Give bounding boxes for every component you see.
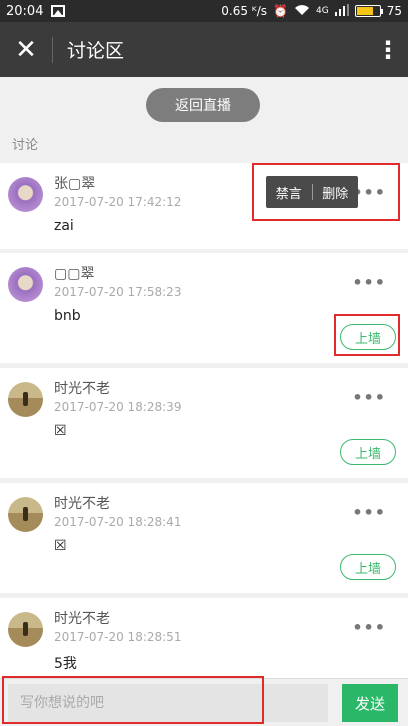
composer-bar: 发送	[0, 678, 408, 726]
avatar[interactable]	[8, 267, 43, 302]
section-label: 讨论	[12, 138, 39, 153]
comment-author: 时光不老	[54, 496, 110, 512]
comment-time: 2017-07-20 18:28:51	[54, 630, 182, 644]
comment-time: 2017-07-20 18:28:41	[54, 515, 182, 529]
moderation-menu: 禁言 删除	[266, 176, 358, 208]
net-speed: 0.65 ᴷ/s	[221, 4, 268, 18]
wifi-icon	[294, 4, 310, 19]
avatar[interactable]	[8, 177, 43, 212]
comment-text: ☒	[54, 423, 67, 439]
alarm-icon: ⏰	[273, 4, 289, 18]
delete-button[interactable]: 删除	[313, 183, 359, 202]
comment-item: ▢▢翠 2017-07-20 17:58:23 bnb ••• 上墙	[0, 253, 408, 363]
comment-time: 2017-07-20 18:28:39	[54, 400, 182, 414]
network-type: 4G	[316, 6, 329, 16]
message-input[interactable]	[8, 684, 328, 722]
comment-more-button[interactable]: •••	[352, 618, 386, 637]
avatar[interactable]	[8, 382, 43, 417]
comment-author: 时光不老	[54, 381, 110, 397]
comment-item: 时光不老 2017-07-20 18:28:41 ☒ ••• 上墙	[0, 483, 408, 593]
comment-time: 2017-07-20 17:58:23	[54, 285, 182, 299]
comment-item: 时光不老 2017-07-20 18:28:39 ☒ ••• 上墙	[0, 368, 408, 478]
page-title: 讨论区	[67, 40, 125, 62]
comment-text: ☒	[54, 538, 67, 554]
close-button[interactable]: ✕	[0, 22, 52, 77]
comment-more-button[interactable]: •••	[352, 273, 386, 292]
status-bar: 20:04 0.65 ᴷ/s ⏰ 4G 75	[0, 0, 408, 22]
signal-icon	[334, 3, 349, 19]
avatar[interactable]	[8, 497, 43, 532]
back-to-live-button[interactable]: 返回直播	[146, 88, 260, 122]
comment-time: 2017-07-20 17:42:12	[54, 195, 182, 209]
avatar[interactable]	[8, 612, 43, 647]
title-bar: ✕ 讨论区 ⋮	[0, 22, 408, 77]
comment-more-button[interactable]: •••	[352, 388, 386, 407]
more-options-button[interactable]: ⋮	[368, 22, 408, 77]
comment-author: 时光不老	[54, 611, 110, 627]
more-vert-icon: ⋮	[376, 35, 400, 64]
ban-button[interactable]: 禁言	[266, 183, 312, 202]
put-on-wall-button[interactable]: 上墙	[340, 439, 396, 465]
comment-text: bnb	[54, 308, 81, 324]
comment-author: 张▢翠	[54, 176, 96, 192]
battery-level: 75	[386, 4, 402, 18]
comment-text: 5我	[54, 656, 77, 672]
put-on-wall-button[interactable]: 上墙	[340, 554, 396, 580]
status-time: 20:04	[6, 3, 44, 19]
comment-text: zai	[54, 218, 74, 234]
battery-icon	[354, 5, 383, 17]
comment-author: ▢▢翠	[54, 266, 95, 282]
put-on-wall-button[interactable]: 上墙	[340, 324, 396, 350]
close-icon: ✕	[15, 34, 37, 65]
comment-item: 时光不老 2017-07-20 18:28:51 5我 •••	[0, 598, 408, 678]
comment-more-button[interactable]: •••	[352, 503, 386, 522]
send-button[interactable]: 发送	[342, 684, 398, 722]
image-notification-icon	[51, 5, 66, 17]
